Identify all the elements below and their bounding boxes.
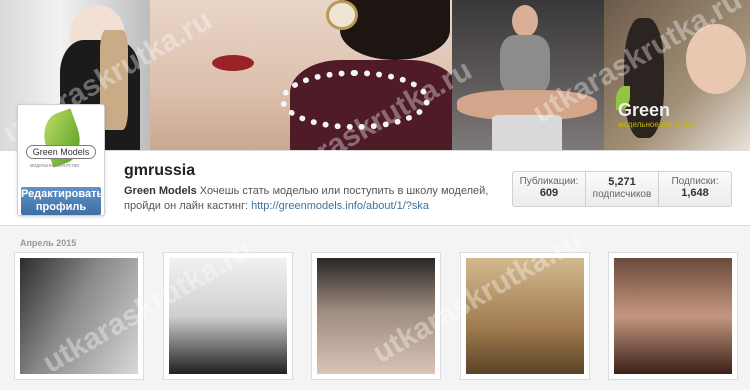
bio-link[interactable]: http://greenmodels.info/about/1/?ska (251, 200, 429, 212)
stat-following-label: Подписки: (671, 176, 719, 187)
feed-section-date: Апрель 2015 (20, 238, 77, 248)
avatar-logo-subtext: модельное агентство (30, 163, 80, 169)
photo-thumbnail (169, 258, 287, 374)
photo-tile[interactable] (14, 252, 144, 380)
photo-tile[interactable] (460, 252, 590, 380)
stat-followers-label: подписчиков (592, 189, 652, 200)
stat-posts-value: 609 (539, 187, 559, 199)
cover-logo-text: Green (618, 100, 671, 120)
stat-followers[interactable]: 5,271 подписчиков (586, 172, 659, 206)
photo-tile[interactable] (608, 252, 738, 380)
username: gmrussia (124, 162, 196, 179)
photo-thumbnail (20, 258, 138, 374)
stat-followers-value: 5,271 (608, 176, 636, 188)
photo-tile[interactable] (311, 252, 441, 380)
cover-photo-3[interactable] (452, 0, 604, 150)
cover-photo-2[interactable] (150, 0, 460, 150)
photo-thumbnail (614, 258, 732, 374)
photo-grid (0, 252, 750, 390)
cover-collage: Green модельное агентство (0, 0, 750, 150)
bio-name: Green Models (124, 185, 197, 197)
avatar[interactable]: Green Models модельное агентство (22, 108, 100, 187)
edit-profile-button[interactable]: Редактировать профиль (21, 187, 103, 215)
cover-logo-subtext: модельное агентство (618, 120, 697, 129)
stat-following-value: 1,648 (681, 187, 709, 199)
profile-bio: Green Models Хочешь стать моделью или по… (124, 184, 508, 214)
stat-posts-label: Публикации: (519, 176, 579, 187)
photo-thumbnail (466, 258, 584, 374)
avatar-logo-text: Green Models (26, 145, 96, 159)
stat-posts[interactable]: Публикации: 609 (513, 172, 586, 206)
stat-following[interactable]: Подписки: 1,648 (659, 172, 731, 206)
avatar-card: Green Models модельное агентство Редакти… (17, 104, 105, 216)
photo-tile[interactable] (163, 252, 293, 380)
cover-photo-4[interactable]: Green модельное агентство (604, 0, 750, 150)
photo-thumbnail (317, 258, 435, 374)
profile-stats: Публикации: 609 5,271 подписчиков Подпис… (512, 171, 732, 207)
